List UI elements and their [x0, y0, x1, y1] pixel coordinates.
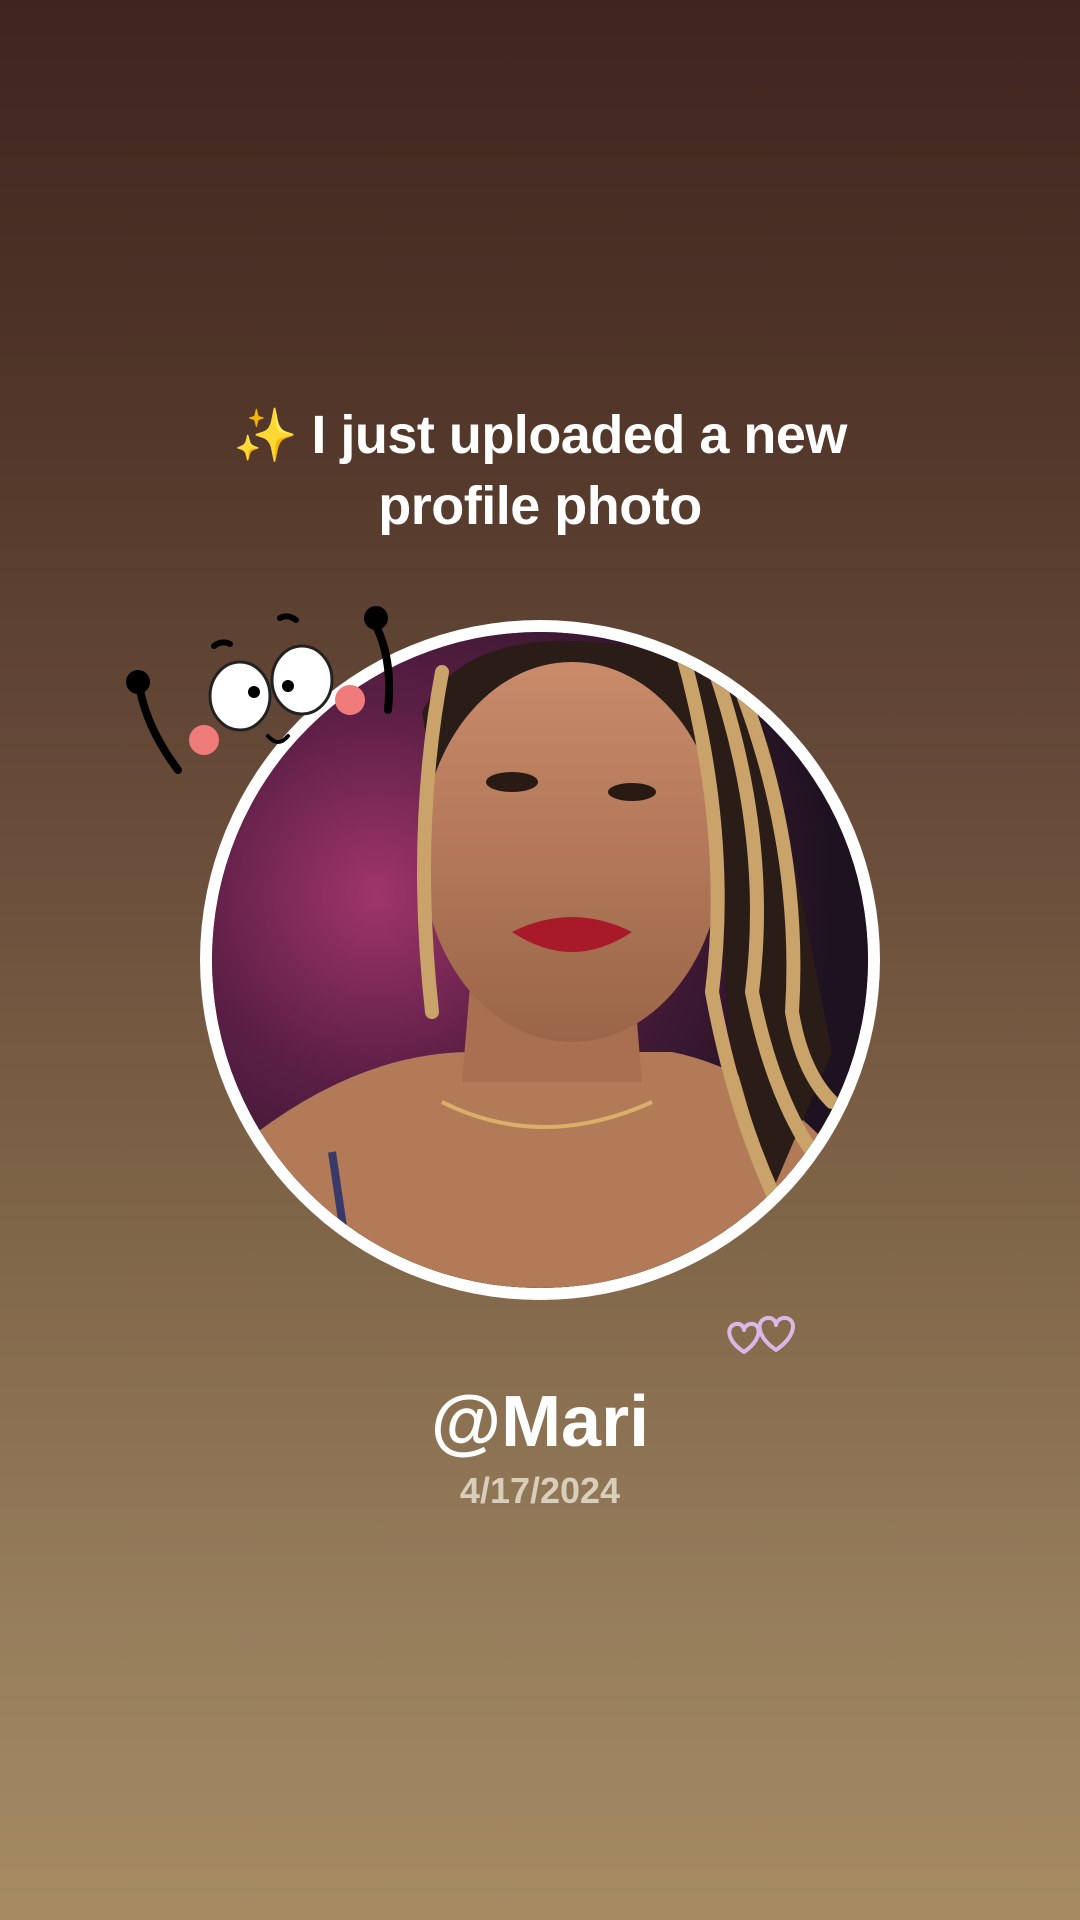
- announcement-line-1-text: I just uploaded a new: [311, 405, 847, 465]
- cartoon-face-sticker: [126, 606, 394, 774]
- announcement-text: ✨ I just uploaded a new profile photo: [0, 400, 1080, 541]
- announcement-line-1: ✨ I just uploaded a new: [0, 400, 1080, 471]
- sparkles-icon: ✨: [233, 407, 298, 465]
- username[interactable]: @Mari: [0, 1380, 1080, 1464]
- post-date: 4/17/2024: [459, 1470, 621, 1511]
- announcement-line-2: profile photo: [378, 476, 702, 536]
- hearts-sticker: [727, 1315, 795, 1354]
